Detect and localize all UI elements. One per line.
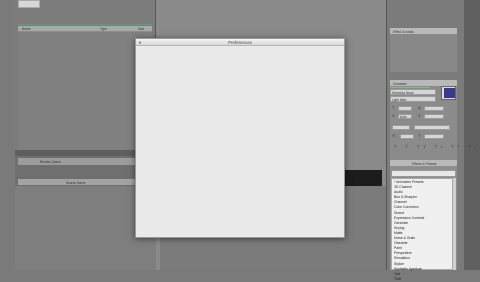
font-size-icon: T xyxy=(392,105,395,110)
effects-list-item[interactable]: Time xyxy=(394,277,452,282)
horizontal-scale-field[interactable] xyxy=(424,134,444,139)
tracking-icon: V xyxy=(418,113,421,118)
kerning-value: Auto xyxy=(400,115,407,119)
font-family-value: Helvetica Neue xyxy=(392,90,414,95)
kerning-icon: V xyxy=(392,113,395,118)
project-thumbnail xyxy=(18,0,40,8)
font-style-value: Light Italic xyxy=(392,97,407,102)
project-item-list[interactable] xyxy=(18,32,152,150)
column-type-label[interactable]: Type xyxy=(100,27,107,31)
effects-list[interactable]: * Animation Presets 3D Channel Audio Blur &… xyxy=(391,178,453,281)
horizontal-scale-icon: T xyxy=(418,133,421,138)
info-panel xyxy=(390,28,457,72)
project-panel-accent xyxy=(18,24,152,25)
tab-effect-controls[interactable]: Effect Controls xyxy=(393,30,414,34)
font-family-select[interactable]: Helvetica Neue xyxy=(390,89,436,95)
character-tab-accent xyxy=(390,87,430,88)
stroke-style-select[interactable] xyxy=(414,125,450,130)
dialog-title: Preferences xyxy=(228,40,252,45)
tab-render-queue[interactable]: Render Queue xyxy=(40,160,61,164)
vertical-scale-field[interactable] xyxy=(400,134,414,139)
right-edge-panel xyxy=(464,0,480,270)
vertical-scale-icon: IT xyxy=(392,133,396,138)
tab-character[interactable]: Character xyxy=(393,82,407,86)
effects-panel-tab[interactable]: Effects & Presets xyxy=(390,160,457,166)
effects-scrollbar[interactable] xyxy=(453,178,456,270)
viewer-toolbar[interactable] xyxy=(344,170,382,186)
text-style-buttons[interactable]: T T TT Tt T¹ T₁ xyxy=(394,145,480,149)
stroke-color-swatch[interactable] xyxy=(444,88,455,98)
tracking-field[interactable] xyxy=(424,114,444,119)
dialog-body xyxy=(136,47,344,237)
stroke-width-field[interactable] xyxy=(392,125,410,130)
column-name-label[interactable]: Name xyxy=(22,27,31,31)
font-size-field[interactable] xyxy=(398,106,412,111)
font-style-select[interactable]: Light Italic xyxy=(390,96,436,102)
kerning-field[interactable]: Auto xyxy=(398,114,412,119)
leading-field[interactable] xyxy=(424,106,444,111)
column-size-label[interactable]: Size xyxy=(138,27,144,31)
effects-search-input[interactable] xyxy=(391,170,456,177)
leading-icon: A xyxy=(418,105,421,110)
tab-effects-presets[interactable]: Effects & Presets xyxy=(412,162,436,166)
info-panel-tab[interactable]: Effect Controls xyxy=(390,28,457,34)
source-name-label: Source Name xyxy=(66,180,86,185)
